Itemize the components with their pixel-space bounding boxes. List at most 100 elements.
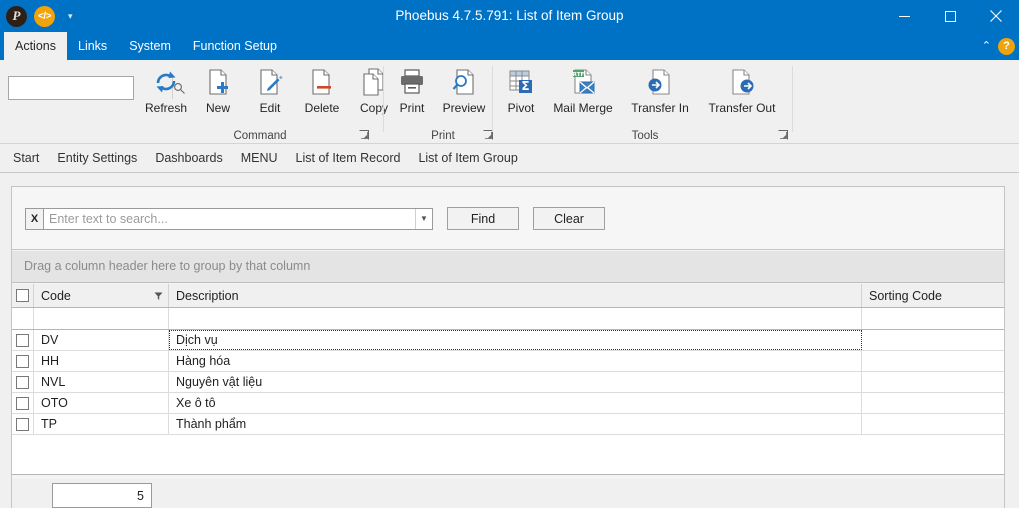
ribbon-search-box[interactable] [8, 76, 185, 100]
group-by-panel[interactable]: Drag a column header here to group by th… [12, 251, 1004, 283]
quick-access-toolbar: P </> ▾ [6, 3, 73, 29]
filter-cell-code[interactable] [34, 308, 169, 329]
tools-dialog-launcher[interactable] [778, 130, 789, 141]
transfer-out-label: Transfer Out [708, 101, 776, 115]
cell-code[interactable]: DV [34, 330, 169, 350]
mail-merge-label: Mail Merge [553, 101, 613, 115]
mail-merge-button[interactable]: RTF Mail Merge [547, 62, 619, 115]
filter-icon[interactable] [154, 290, 163, 304]
doc-tab-list-of-item-group[interactable]: List of Item Group [409, 145, 526, 172]
filter-cell-sorting-code[interactable] [862, 308, 1004, 329]
transfer-out-button[interactable]: Transfer Out [701, 62, 783, 115]
cell-sorting-code[interactable] [862, 351, 1004, 371]
print-label: Print [399, 101, 425, 115]
row-select-cell[interactable] [12, 372, 34, 392]
row-checkbox[interactable] [16, 396, 29, 410]
filter-cell-description[interactable] [169, 308, 862, 329]
collapse-ribbon-icon[interactable]: ⌃ [982, 40, 991, 52]
cell-description[interactable]: Thành phẩm [169, 414, 862, 434]
clear-search-icon[interactable]: X [25, 207, 44, 230]
column-header-description[interactable]: Description [169, 284, 862, 307]
row-select-cell[interactable] [12, 330, 34, 350]
select-all-checkbox[interactable] [16, 289, 29, 302]
delete-button[interactable]: Delete [296, 62, 348, 115]
table-row[interactable]: OTO Xe ô tô [12, 393, 1004, 414]
select-all-header[interactable] [12, 284, 34, 307]
cell-sorting-code[interactable] [862, 393, 1004, 413]
ribbon-group-tools: Σ Pivot RTF Mail Merge Transfer In Trans… [495, 60, 795, 144]
cell-description[interactable]: Dịch vụ [169, 330, 862, 350]
row-select-cell[interactable] [12, 414, 34, 434]
cell-code[interactable]: TP [34, 414, 169, 434]
column-header-code[interactable]: Code [34, 284, 169, 307]
app-logo-icon[interactable]: P [6, 5, 27, 27]
ribbon-separator-2 [492, 66, 493, 132]
cell-code[interactable]: OTO [34, 393, 169, 413]
ribbon-separator-3 [792, 66, 793, 132]
row-checkbox[interactable] [16, 417, 29, 431]
help-button[interactable]: ? [998, 37, 1015, 55]
new-button[interactable]: New [192, 62, 244, 115]
row-select-cell[interactable] [12, 393, 34, 413]
ribbon-tab-actions[interactable]: Actions [4, 32, 67, 60]
table-row[interactable]: TP Thành phẩm [12, 414, 1004, 435]
ribbon-tab-links[interactable]: Links [67, 32, 118, 60]
cell-code[interactable]: NVL [34, 372, 169, 392]
cell-description[interactable]: Xe ô tô [169, 393, 862, 413]
pivot-button[interactable]: Σ Pivot [495, 62, 547, 115]
preview-button[interactable]: Preview [438, 62, 490, 115]
close-button[interactable] [973, 0, 1019, 32]
new-document-icon [203, 65, 233, 99]
column-header-sorting-code-label: Sorting Code [869, 288, 942, 303]
cell-sorting-code[interactable] [862, 372, 1004, 392]
row-checkbox[interactable] [16, 375, 29, 389]
search-input[interactable] [44, 208, 415, 229]
ribbon-tab-system[interactable]: System [118, 32, 182, 60]
cell-sorting-code[interactable] [862, 414, 1004, 434]
code-icon[interactable]: </> [34, 5, 55, 27]
edit-button[interactable]: Edit [244, 62, 296, 115]
chevron-down-icon[interactable]: ▼ [415, 208, 432, 229]
filter-row-select-cell [12, 308, 34, 329]
transfer-in-button[interactable]: Transfer In [619, 62, 701, 115]
new-label: New [205, 101, 230, 115]
row-checkbox[interactable] [16, 333, 29, 347]
cell-description[interactable]: Hàng hóa [169, 351, 862, 371]
row-select-cell[interactable] [12, 351, 34, 371]
cell-description[interactable]: Nguyên vật liệu [169, 372, 862, 392]
command-dialog-launcher[interactable] [359, 130, 370, 141]
clear-button[interactable]: Clear [533, 207, 605, 230]
refresh-button[interactable]: Refresh [140, 62, 192, 115]
application-window: Phoebus 4.7.5.791: List of Item Group P … [0, 0, 1019, 508]
row-checkbox[interactable] [16, 354, 29, 368]
grid-header-row: Code Description Sorting Code [12, 284, 1004, 308]
search-input-wrapper[interactable]: ▼ [44, 207, 433, 230]
ribbon: Refresh New Edit Delete Copy Command Pri… [0, 60, 1019, 144]
refresh-label: Refresh [144, 101, 188, 115]
column-header-sorting-code[interactable]: Sorting Code [862, 284, 1004, 307]
qat-dropdown-icon[interactable]: ▾ [68, 11, 73, 21]
minimize-button[interactable] [881, 0, 927, 32]
doc-tab-list-of-item-record[interactable]: List of Item Record [287, 145, 410, 172]
grid-empty-space [12, 435, 1004, 475]
doc-tab-start[interactable]: Start [4, 145, 48, 172]
doc-tab-dashboards[interactable]: Dashboards [146, 145, 231, 172]
ribbon-tab-function-setup[interactable]: Function Setup [182, 32, 288, 60]
table-row[interactable]: HH Hàng hóa [12, 351, 1004, 372]
edit-label: Edit [259, 101, 281, 115]
print-button[interactable]: Print [386, 62, 438, 115]
doc-tab-entity-settings[interactable]: Entity Settings [48, 145, 146, 172]
ribbon-group-label-command: Command [233, 130, 287, 142]
find-button[interactable]: Find [447, 207, 519, 230]
doc-tab-menu[interactable]: MENU [232, 145, 287, 172]
pivot-label: Pivot [507, 101, 535, 115]
record-count-box[interactable]: 5 [52, 483, 152, 508]
ribbon-group-command: Refresh New Edit Delete Copy Command [140, 60, 388, 144]
grid-filter-row [12, 308, 1004, 330]
maximize-button[interactable] [927, 0, 973, 32]
cell-code[interactable]: HH [34, 351, 169, 371]
ribbon-tab-strip: Actions Links System Function Setup [0, 32, 1019, 60]
table-row[interactable]: DV Dịch vụ [12, 330, 1004, 351]
table-row[interactable]: NVL Nguyên vật liệu [12, 372, 1004, 393]
cell-sorting-code[interactable] [862, 330, 1004, 350]
